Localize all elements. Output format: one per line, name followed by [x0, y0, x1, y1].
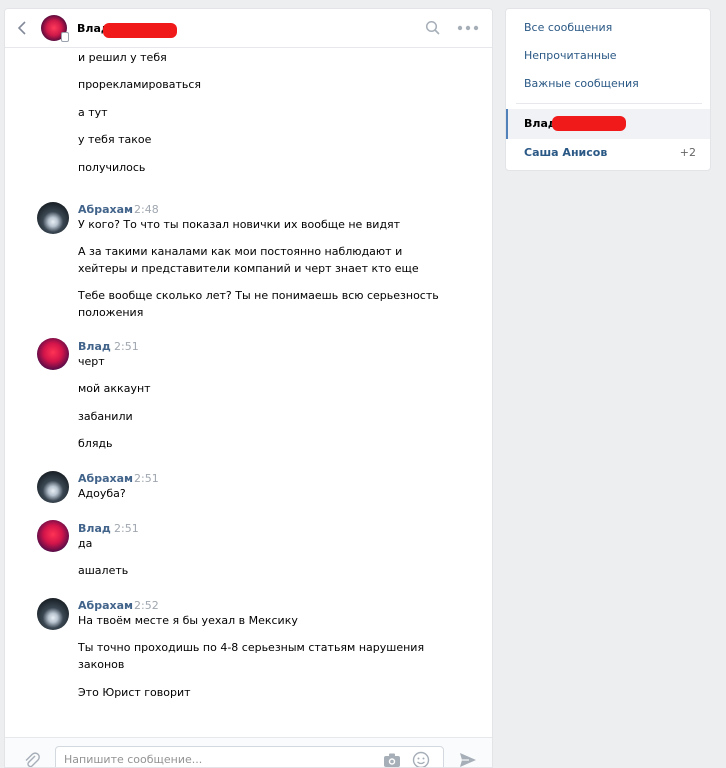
avatar[interactable] — [37, 338, 69, 370]
message-text: блядь — [78, 437, 113, 450]
message-author[interactable]: Влад — [78, 522, 111, 535]
message-text: У кого? То что ты показал новички их воо… — [78, 218, 401, 231]
message-text: Это Юрист говорит — [78, 686, 191, 699]
chat-panel: Влад и решил у тебя прорекламироваться а… — [4, 8, 493, 768]
message-text: хейтеры и представители компаний и черт … — [78, 262, 419, 275]
mobile-icon — [61, 32, 69, 42]
sidebar-item-all-messages[interactable]: Все сообщения — [524, 21, 612, 34]
more-options-icon[interactable] — [457, 21, 479, 35]
message-text: законов — [78, 658, 125, 671]
message-text: да — [78, 537, 93, 550]
message-text: и решил у тебя — [78, 51, 167, 64]
redaction-mark — [552, 116, 626, 131]
message-text: Ты точно проходишь по 4-8 серьезным стат… — [78, 641, 425, 654]
message-text: получилось — [78, 161, 146, 174]
message-author[interactable]: Абрахам — [78, 472, 133, 485]
message-text: А за такими каналами как мои постоянно н… — [78, 245, 403, 258]
sidebar-item-active-chat[interactable]: Влад — [506, 109, 710, 139]
sidebar-item-important[interactable]: Важные сообщения — [524, 77, 639, 90]
message-time[interactable]: 2:51 — [114, 340, 139, 353]
message-composer: Напишите сообщение... — [5, 737, 492, 768]
message-text: прорекламироваться — [78, 78, 202, 91]
message-text: На твоём месте я бы уехал в Мексику — [78, 614, 298, 627]
redaction-mark — [103, 23, 177, 38]
message-time[interactable]: 2:51 — [114, 522, 139, 535]
message-time[interactable]: 2:52 — [134, 599, 159, 612]
sidebar-panel: Все сообщения Непрочитанные Важные сообщ… — [505, 8, 711, 171]
message-text: положения — [78, 306, 144, 319]
message-text: мой аккаунт — [78, 382, 151, 395]
message-text: черт — [78, 355, 105, 368]
attach-icon[interactable] — [24, 752, 40, 768]
emoji-icon[interactable] — [412, 751, 430, 768]
avatar[interactable] — [41, 15, 69, 42]
avatar[interactable] — [37, 202, 69, 234]
message-text: у тебя такое — [78, 133, 152, 146]
chat-header: Влад — [5, 9, 492, 48]
back-arrow-icon[interactable] — [15, 20, 31, 36]
avatar[interactable] — [37, 471, 69, 503]
avatar[interactable] — [37, 598, 69, 630]
unread-count-badge: +2 — [679, 146, 696, 159]
message-text: Тебе вообще сколько лет? Ты не понимаешь… — [78, 289, 439, 302]
message-time[interactable]: 2:48 — [134, 203, 159, 216]
send-icon[interactable] — [459, 752, 477, 768]
message-text: а тут — [78, 106, 108, 119]
message-author[interactable]: Абрахам — [78, 599, 133, 612]
message-author[interactable]: Влад — [78, 340, 111, 353]
sidebar-item-chat[interactable]: Саша Анисов — [524, 146, 607, 159]
message-author[interactable]: Абрахам — [78, 203, 133, 216]
divider — [516, 103, 702, 104]
search-icon[interactable] — [425, 20, 441, 36]
message-time[interactable]: 2:51 — [134, 472, 159, 485]
message-text: ашалеть — [78, 564, 129, 577]
message-text: забанили — [78, 410, 133, 423]
sidebar-item-unread[interactable]: Непрочитанные — [524, 49, 617, 62]
avatar[interactable] — [37, 520, 69, 552]
message-text: Адоуба? — [78, 487, 126, 500]
camera-icon[interactable] — [383, 752, 401, 768]
